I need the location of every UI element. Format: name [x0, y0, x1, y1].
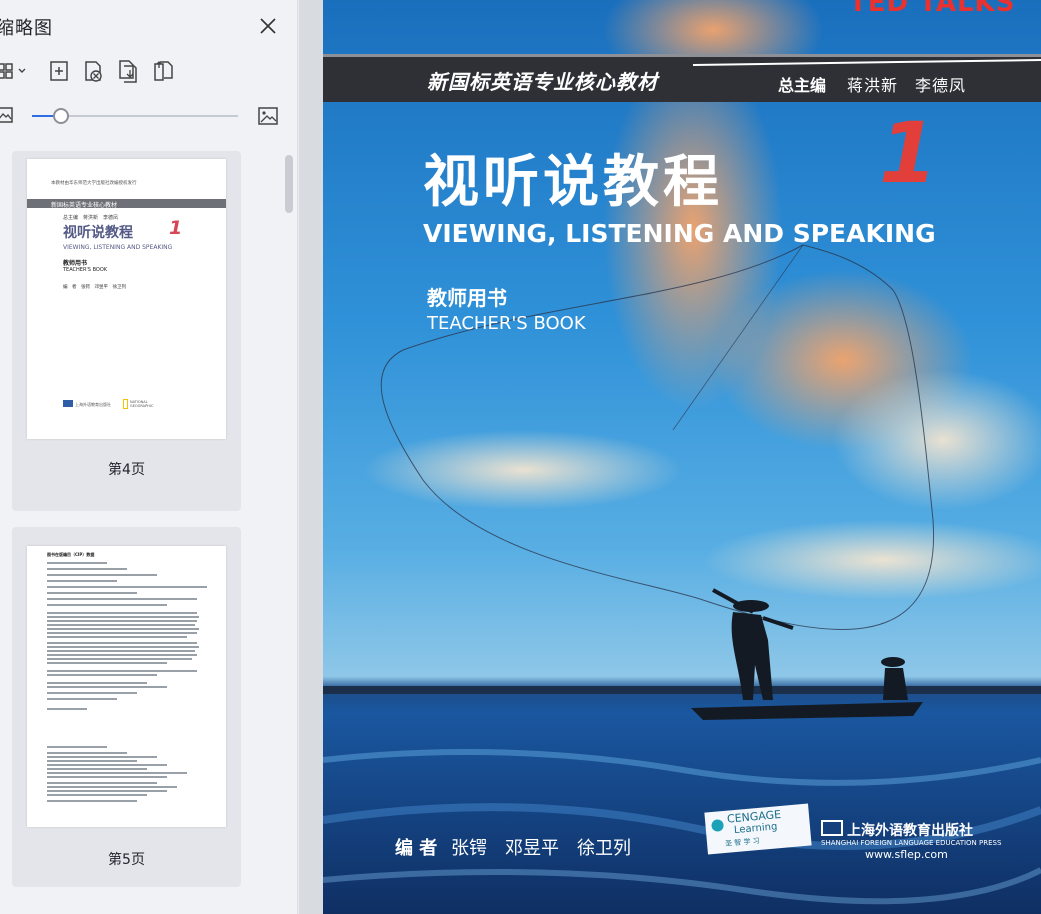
thumb5-text-line — [47, 708, 87, 710]
thumb5-text-line — [47, 586, 207, 588]
replace-page-icon[interactable] — [150, 58, 176, 84]
zoom-out-image-icon[interactable] — [0, 105, 14, 125]
cover-publisher-en: SHANGHAI FOREIGN LANGUAGE EDUCATION PRES… — [821, 839, 1002, 847]
page-4-preview: 本教材由华东师范大学出版社改编授权发行 新国标英语专业核心教材 总主编 蒋洪新 … — [27, 159, 226, 439]
thumb4-publisher: 上海外语教育出版社 — [75, 402, 111, 407]
thumb4-top-note: 本教材由华东师范大学出版社改编授权发行 — [51, 181, 137, 186]
thumb5-text-line — [47, 786, 177, 788]
cover-series: 新国标英语专业核心教材 — [427, 70, 658, 94]
cover-volume-number: 1 — [879, 104, 938, 202]
thumb4-ng: NATIONAL GEOGRAPHIC — [130, 400, 154, 408]
thumbnail-page-5[interactable]: 图书在版编目（CIP）数据 第5页 — [12, 527, 241, 887]
panel-title: 缩略图 — [0, 18, 53, 39]
grid-view-icon[interactable] — [0, 58, 30, 84]
thumb5-text-line — [47, 794, 147, 796]
thumb5-text-line — [47, 616, 199, 618]
thumb5-text-line — [47, 574, 157, 576]
thumb5-text-line — [47, 604, 167, 606]
thumbnail-scrollbar[interactable] — [285, 155, 293, 213]
thumb5-text-line — [47, 752, 127, 754]
cover-authors: 张锷 邓昱平 徐卫列 — [451, 838, 631, 859]
thumbnail-panel: 缩略图 本教材由华东师范大学出版社改编授权发行 新国标英语专业核心教材 总主编 … — [0, 0, 298, 914]
thumb4-number: 1 — [169, 217, 183, 239]
thumb5-text-line — [47, 764, 167, 766]
thumb5-text-line — [47, 768, 147, 770]
thumb5-text-line — [47, 620, 197, 622]
thumb4-book-cn: 教师用书 — [63, 260, 88, 267]
sflep-emblem — [821, 820, 843, 836]
thumb5-text-line — [47, 674, 157, 676]
thumb5-text-line — [47, 628, 199, 630]
thumb4-title-en: VIEWING, LISTENING AND SPEAKING — [63, 244, 173, 251]
cengage-logo-icon — [711, 819, 725, 833]
thumb5-text-line — [47, 580, 117, 582]
cengage-cn: 圣 智 学 习 — [724, 836, 761, 848]
thumbnail-label: 第4页 — [108, 462, 145, 478]
cover-book-en: TEACHER'S BOOK — [427, 313, 586, 334]
thumb5-text-line — [47, 662, 167, 664]
thumb5-text-line — [47, 646, 199, 648]
thumb5-text-line — [47, 692, 137, 694]
cover-title-cn: 视听说教程 — [423, 150, 723, 215]
thumb5-text-line — [47, 772, 187, 774]
pdf-reader-window: 缩略图 本教材由华东师范大学出版社改编授权发行 新国标英语专业核心教材 总主编 … — [0, 0, 1041, 914]
thumb4-book-en: TEACHER'S BOOK — [63, 267, 108, 273]
zoom-slider-handle[interactable] — [53, 108, 69, 124]
thumb4-editor: 总主编 蒋洪新 李德凤 — [63, 215, 119, 221]
thumb5-text-line — [47, 612, 197, 614]
thumbnail-label: 第5页 — [108, 852, 145, 868]
thumbnail-page-4[interactable]: 本教材由华东师范大学出版社改编授权发行 新国标英语专业核心教材 总主编 蒋洪新 … — [12, 151, 241, 511]
close-icon[interactable] — [256, 14, 280, 38]
cover-title-en: VIEWING, LISTENING AND SPEAKING — [423, 219, 936, 248]
thumb5-text-line — [47, 624, 195, 626]
thumb5-text-line — [47, 682, 147, 684]
thumb5-text-line — [47, 760, 137, 762]
thumb5-text-line — [47, 632, 197, 634]
thumb5-text-line — [47, 592, 137, 594]
cover-book-cn: 教师用书 — [427, 286, 507, 310]
cover-publisher: 上海外语教育出版社 — [847, 823, 973, 839]
thumb5-text-line — [47, 746, 107, 748]
cover-editor-label: 总主编 — [778, 76, 827, 95]
thumb5-text-line — [47, 782, 157, 784]
thumb5-text-line — [47, 658, 192, 660]
cengage-learning: Learning — [733, 821, 778, 837]
thumb5-heading: 图书在版编目（CIP）数据 — [47, 552, 95, 557]
sflep-logo — [63, 400, 73, 407]
thumb5-text-line — [47, 650, 195, 652]
extract-page-icon[interactable] — [114, 58, 140, 84]
thumb5-text-line — [47, 800, 137, 802]
thumb5-text-line — [47, 654, 197, 656]
thumb5-text-line — [47, 642, 197, 644]
thumb5-text-line — [47, 636, 187, 638]
thumb4-authors: 编 者 张锷 邓昱平 徐卫列 — [63, 285, 126, 290]
thumb5-text-line — [47, 776, 167, 778]
thumb5-text-line — [47, 568, 127, 570]
zoom-track — [62, 115, 238, 117]
insert-page-icon[interactable] — [46, 58, 72, 84]
ted-talks-logo: TED TALKS — [849, 0, 1016, 18]
thumb5-text-line — [47, 670, 197, 672]
cover-editor-names: 蒋洪新 李德凤 — [847, 76, 967, 95]
thumb4-title-cn: 视听说教程 — [63, 225, 133, 241]
zoom-slider[interactable] — [32, 106, 238, 126]
delete-page-icon[interactable] — [80, 58, 106, 84]
cover-authors-label: 编 者 — [395, 838, 438, 859]
natgeo-logo — [123, 399, 128, 409]
document-viewer[interactable]: TED TALKS 新国标英语专业核心教材 总主编 蒋洪新 李德凤 视听说教程 … — [299, 0, 1041, 914]
thumb5-text-line — [47, 686, 167, 688]
thumb4-series: 新国标英语专业核心教材 — [51, 202, 118, 209]
zoom-in-image-icon[interactable] — [257, 105, 279, 127]
page-5-preview: 图书在版编目（CIP）数据 — [27, 546, 226, 827]
cover-url: www.sflep.com — [865, 848, 948, 861]
thumb5-text-line — [47, 598, 197, 600]
thumb5-text-line — [47, 698, 117, 700]
thumb5-text-line — [47, 562, 107, 564]
thumb5-text-line — [47, 756, 157, 758]
thumb5-text-line — [47, 790, 167, 792]
